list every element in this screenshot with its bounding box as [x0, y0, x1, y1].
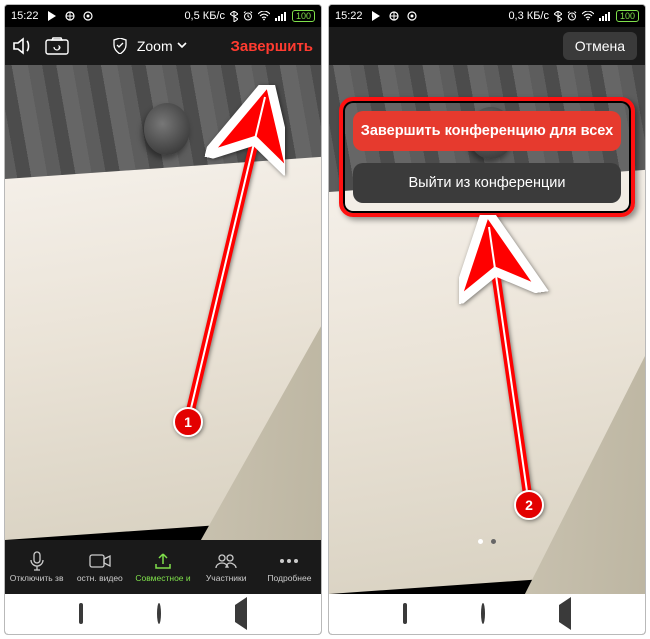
- bluetooth-icon: [230, 11, 238, 22]
- video-feed: 1: [5, 65, 321, 540]
- end-meeting-dialog: Завершить конференцию для всех Выйти из …: [339, 97, 635, 217]
- bluetooth-icon: [554, 11, 562, 22]
- status-data-rate: 0,5 КБ/с: [184, 10, 225, 22]
- stop-video-button[interactable]: остн. видео: [68, 540, 131, 594]
- status-data-rate: 0,3 КБ/с: [508, 10, 549, 22]
- android-nav-bar: [329, 594, 645, 634]
- alarm-icon: [243, 11, 253, 21]
- ceiling-fixture: [144, 103, 190, 155]
- mute-button[interactable]: Отключить зв: [5, 540, 68, 594]
- android-status-bar: 15:22 0,3 КБ/с 100: [329, 5, 645, 27]
- signal-icon: [275, 11, 287, 21]
- participants-icon: [215, 551, 237, 571]
- status-icon-browser: [389, 11, 399, 21]
- battery-indicator: 100: [292, 10, 315, 22]
- microphone-icon: [29, 551, 45, 571]
- mute-label: Отключить зв: [10, 573, 64, 583]
- zoom-title-dropdown[interactable]: Zoom: [137, 38, 187, 54]
- signal-icon: [599, 11, 611, 21]
- end-meeting-button[interactable]: Завершить: [230, 38, 313, 55]
- status-icon-play: [371, 11, 381, 21]
- zoom-title-label: Zoom: [137, 38, 173, 54]
- chevron-down-icon: [177, 42, 187, 50]
- participants-label: Участники: [206, 573, 247, 583]
- status-icon-play: [47, 11, 57, 21]
- status-time: 15:22: [11, 10, 39, 22]
- page-dot-active: [478, 539, 483, 544]
- nav-back-button[interactable]: [559, 605, 571, 623]
- phone-screenshot-1: 15:22 0,5 КБ/с: [4, 4, 322, 635]
- share-icon: [154, 551, 172, 571]
- phone-screenshot-2: 15:22 0,3 КБ/с 100 Отмена За: [328, 4, 646, 635]
- nav-home-button[interactable]: [157, 605, 161, 623]
- status-icon-browser: [65, 11, 75, 21]
- switch-camera-icon[interactable]: [45, 37, 69, 55]
- nav-back-button[interactable]: [235, 605, 247, 623]
- android-nav-bar: [5, 594, 321, 634]
- status-icon-chrome: [83, 11, 93, 21]
- alarm-icon: [567, 11, 577, 21]
- more-label: Подробнее: [267, 573, 311, 583]
- share-button[interactable]: Совместное и: [131, 540, 194, 594]
- zoom-top-bar: Отмена: [329, 27, 645, 65]
- nav-recent-button[interactable]: [79, 605, 83, 623]
- page-dot: [491, 539, 496, 544]
- status-time: 15:22: [335, 10, 363, 22]
- status-icon-chrome: [407, 11, 417, 21]
- camera-icon: [89, 551, 111, 571]
- zoom-top-bar: Zoom Завершить: [5, 27, 321, 65]
- speaker-icon[interactable]: [13, 37, 35, 55]
- android-status-bar: 15:22 0,5 КБ/с: [5, 5, 321, 27]
- page-indicator: [329, 539, 645, 544]
- share-label: Совместное и: [135, 573, 190, 583]
- leave-meeting-button[interactable]: Выйти из конференции: [353, 163, 621, 203]
- wifi-icon: [258, 11, 270, 21]
- shield-icon[interactable]: [113, 38, 127, 54]
- wifi-icon: [582, 11, 594, 21]
- cancel-button[interactable]: Отмена: [563, 32, 637, 60]
- video-feed: Завершить конференцию для всех Выйти из …: [329, 65, 645, 594]
- nav-recent-button[interactable]: [403, 605, 407, 623]
- nav-home-button[interactable]: [481, 605, 485, 623]
- battery-indicator: 100: [616, 10, 639, 22]
- participants-button[interactable]: Участники: [195, 540, 258, 594]
- zoom-bottom-toolbar: Отключить зв остн. видео Совместное и Уч…: [5, 540, 321, 594]
- more-button[interactable]: Подробнее: [258, 540, 321, 594]
- end-for-all-button[interactable]: Завершить конференцию для всех: [353, 111, 621, 151]
- more-icon: [279, 551, 299, 571]
- stop-video-label: остн. видео: [77, 573, 123, 583]
